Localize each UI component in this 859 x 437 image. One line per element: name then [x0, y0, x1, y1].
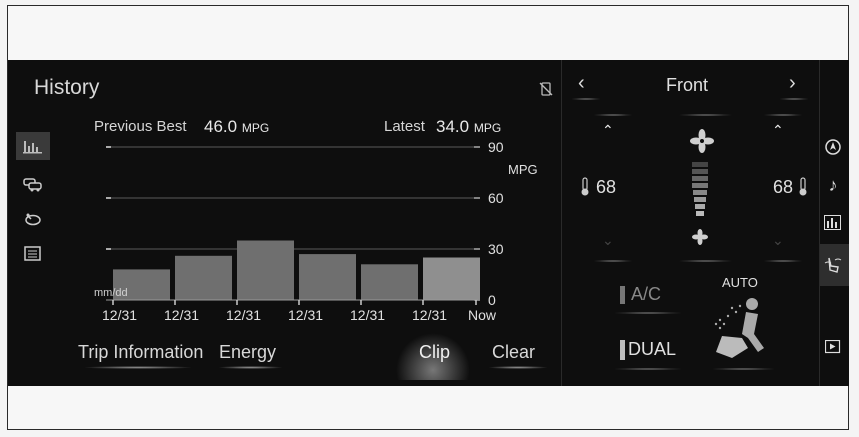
no-phone-icon — [539, 82, 553, 96]
energy-button[interactable]: Energy — [219, 342, 276, 363]
y-axis-label: MPG — [508, 162, 538, 177]
left-temp-down-button[interactable]: ⌄ — [602, 232, 614, 249]
x-tick-label: 12/31 — [164, 307, 199, 323]
x-axis-label: mm/dd — [94, 287, 128, 299]
info-app-button[interactable] — [820, 210, 846, 236]
right-thermometer-icon — [799, 177, 807, 196]
trip-information-button[interactable]: Trip Information — [78, 342, 203, 363]
zone-prev-button[interactable]: ‹ — [578, 72, 585, 95]
infotainment-screen: History Previous Best 46.0 MPG Latest 34… — [8, 60, 849, 386]
auto-label: AUTO — [722, 275, 758, 290]
x-tick-label: 12/31 — [288, 307, 323, 323]
left-temp-bottom-line — [593, 260, 633, 262]
y-tick-label: 30 — [488, 241, 504, 257]
climate-zone-label: Front — [666, 75, 709, 95]
x-tick-label: 12/31 — [350, 307, 385, 323]
x-tick-label: 12/31 — [226, 307, 261, 323]
bar — [361, 264, 418, 300]
x-tick-label: 12/31 — [412, 307, 447, 323]
ac-underline — [613, 312, 683, 314]
auto-climate-seat-icon[interactable] — [702, 292, 772, 364]
right-temp-bottom-line — [763, 260, 803, 262]
dual-status-indicator — [620, 340, 625, 360]
bar — [299, 254, 356, 300]
divider-left — [561, 60, 562, 386]
y-tick-label: 0 — [488, 292, 496, 308]
fan-low-icon[interactable] — [691, 228, 709, 246]
left-temperature: 68 — [596, 177, 617, 197]
y-tick-label: 60 — [488, 190, 504, 206]
ac-button[interactable]: A/C — [631, 284, 661, 305]
trip-information-indicator — [83, 366, 193, 369]
fan-top-line — [678, 114, 733, 116]
music-note-icon: ♪ — [828, 174, 838, 195]
fan-high-icon[interactable] — [689, 128, 715, 154]
clip-button[interactable]: Clip — [419, 342, 450, 363]
dual-button[interactable]: DUAL — [628, 339, 676, 360]
x-tick-label: 12/31 — [102, 307, 137, 323]
seat-airflow-icon — [824, 257, 842, 273]
audio-app-button[interactable]: ♪ — [820, 172, 846, 198]
fan-speed-level — [692, 162, 708, 216]
left-temp-top-line — [593, 114, 633, 116]
bar-chart-icon — [824, 215, 841, 230]
zone-next-button[interactable]: › — [789, 72, 796, 95]
clear-indicator — [488, 366, 548, 369]
bar — [423, 257, 480, 300]
nav-app-button[interactable] — [820, 134, 846, 160]
clear-button[interactable]: Clear — [492, 342, 535, 363]
mpg-history-chart: 0 30 60 90 MPG 12/31 12/31 12/31 12/31 12/31 12/31… — [94, 139, 538, 323]
zone-prev-indicator — [571, 98, 601, 100]
right-temp-top-line — [763, 114, 803, 116]
right-temperature: 68 — [773, 177, 794, 197]
x-tick-label: Now — [468, 307, 497, 323]
right-temp-down-button[interactable]: ⌄ — [772, 232, 784, 249]
left-thermometer-icon — [581, 177, 589, 196]
media-app-button[interactable] — [820, 334, 846, 360]
bar — [175, 255, 232, 300]
ac-status-indicator — [620, 286, 625, 304]
bar — [237, 240, 294, 300]
navigation-icon — [825, 139, 841, 155]
right-temp-up-button[interactable]: ⌃ — [772, 122, 784, 139]
left-temp-up-button[interactable]: ⌃ — [602, 122, 614, 139]
y-tick-label: 90 — [488, 139, 504, 155]
climate-app-button[interactable] — [820, 252, 846, 278]
zone-next-indicator — [779, 98, 809, 100]
fan-bottom-line — [678, 260, 733, 262]
energy-indicator — [218, 366, 283, 369]
media-play-icon — [825, 340, 841, 354]
auto-underline — [711, 368, 776, 370]
dual-underline — [613, 368, 683, 370]
